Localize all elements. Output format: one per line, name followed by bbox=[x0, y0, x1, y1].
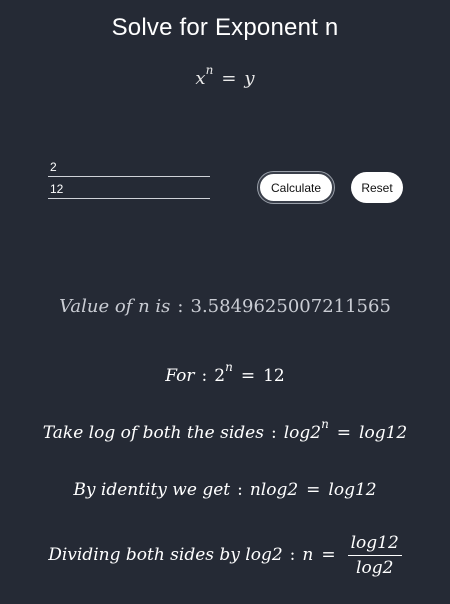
step-for-colon: : bbox=[201, 366, 208, 386]
step-divide: Dividing both sides by log2: n = log12 log2 bbox=[0, 533, 450, 578]
step-for: For:2n = 12 bbox=[0, 361, 450, 386]
step-divide-label: Dividing both sides by log2 bbox=[48, 545, 283, 565]
step-for-rhs: 12 bbox=[263, 366, 285, 386]
formula-result: y bbox=[244, 68, 255, 89]
step-for-base: 2 bbox=[214, 366, 226, 386]
calculate-button[interactable]: Calculate bbox=[258, 172, 334, 203]
answer-label: Value of n is bbox=[59, 296, 171, 317]
step-take-log-colon: : bbox=[270, 423, 277, 443]
step-take-log-equals: = bbox=[336, 423, 352, 443]
step-for-label: For bbox=[165, 366, 195, 386]
exponent-formula: xn = y bbox=[0, 64, 450, 89]
reset-button[interactable]: Reset bbox=[351, 172, 403, 203]
step-identity-rhs: log12 bbox=[328, 480, 377, 500]
page-title: Solve for Exponent n bbox=[111, 14, 339, 41]
fraction-numerator: log12 bbox=[347, 533, 402, 556]
answer-line: Value of n is:3.5849625007211565 bbox=[0, 296, 450, 317]
step-identity-lhs: nlog2 bbox=[249, 480, 299, 500]
step-for-equals: = bbox=[240, 366, 256, 386]
step-identity-colon: : bbox=[237, 480, 243, 500]
step-divide-fraction: log12 log2 bbox=[347, 533, 402, 578]
step-take-log-label: Take log of both the sides bbox=[42, 423, 264, 443]
step-divide-colon: : bbox=[289, 545, 296, 565]
result-input[interactable] bbox=[48, 180, 210, 199]
step-identity-equals: = bbox=[306, 480, 321, 500]
step-for-exponent: n bbox=[225, 360, 233, 375]
step-identity: By identity we get: nlog2 = log12 bbox=[0, 480, 450, 500]
formula-equals: = bbox=[221, 68, 237, 89]
step-take-log: Take log of both the sides: log2n = log12 bbox=[0, 418, 450, 443]
answer-separator: : bbox=[177, 296, 184, 317]
formula-exponent: n bbox=[205, 63, 214, 77]
step-divide-equals: = bbox=[321, 545, 336, 565]
fraction-denominator: log2 bbox=[356, 558, 394, 578]
step-divide-var: n bbox=[302, 545, 314, 565]
base-input[interactable] bbox=[48, 158, 210, 177]
answer-value: 3.5849625007211565 bbox=[190, 296, 391, 317]
step-take-log-lhs: log2 bbox=[283, 423, 322, 443]
step-take-log-exponent: n bbox=[321, 417, 329, 432]
step-identity-label: By identity we get bbox=[73, 480, 231, 500]
formula-base: x bbox=[195, 68, 206, 89]
step-take-log-rhs: log12 bbox=[359, 423, 408, 443]
